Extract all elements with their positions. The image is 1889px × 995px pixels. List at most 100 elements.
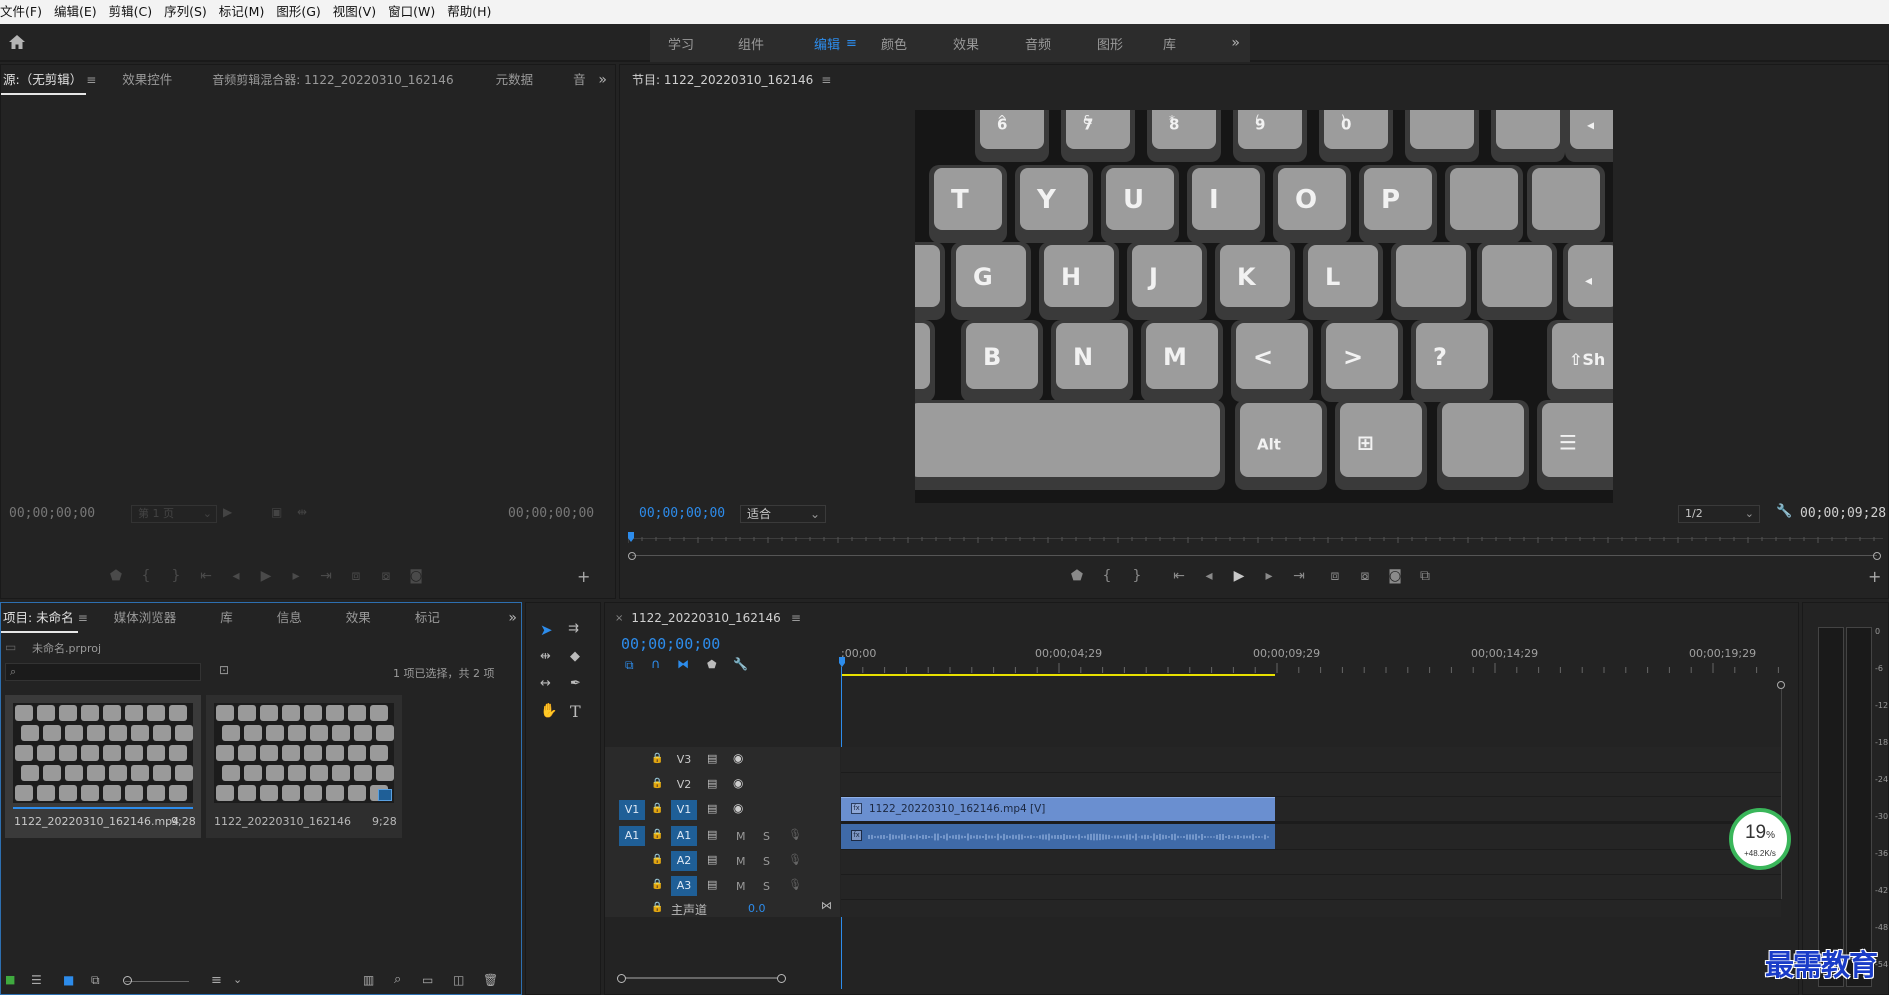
sync-lock-icon[interactable]: ▤ bbox=[707, 828, 717, 841]
delete-icon[interactable]: 🗑 bbox=[483, 973, 498, 987]
eye-icon[interactable]: ◉ bbox=[733, 751, 743, 765]
source-step-forward-icon[interactable]: ▸ bbox=[281, 568, 311, 584]
workspace-overflow-icon[interactable]: » bbox=[1231, 35, 1240, 51]
slip-tool-icon[interactable]: ↔ bbox=[540, 676, 551, 691]
source-patch-v1[interactable]: V1 bbox=[619, 800, 645, 820]
linked-selection-icon[interactable]: ⧓ bbox=[677, 657, 689, 671]
workspace-tab-assembly[interactable]: 组件 bbox=[720, 34, 782, 53]
sort-dropdown-icon[interactable]: ⌄ bbox=[233, 973, 242, 986]
program-mark-in-icon[interactable]: { bbox=[1092, 568, 1122, 584]
timeline-ruler[interactable]: ;00;00 00;00;04;29 00;00;09;29 00;00;14;… bbox=[839, 647, 1781, 677]
tab-markers[interactable]: 标记 bbox=[403, 603, 452, 633]
program-add-button-icon[interactable]: + bbox=[1868, 567, 1881, 586]
workspace-tab-learn[interactable]: 学习 bbox=[650, 34, 712, 53]
workspace-tab-editing[interactable]: 编辑 bbox=[796, 34, 846, 53]
workspace-tab-libraries[interactable]: 库 bbox=[1145, 34, 1194, 53]
track-select-tool-icon[interactable]: ⇉ bbox=[568, 621, 579, 636]
lock-icon[interactable]: 🔒 bbox=[651, 879, 663, 890]
new-item-icon[interactable]: ◫ bbox=[453, 973, 464, 987]
automate-to-sequence-icon[interactable]: ▥ bbox=[363, 973, 374, 987]
selection-tool-icon[interactable]: ➤ bbox=[540, 621, 553, 639]
track-label-a1[interactable]: A1 bbox=[671, 826, 697, 846]
source-insert-btn-icon[interactable]: ⧈ bbox=[341, 568, 371, 584]
master-track-volume[interactable]: 0.0 bbox=[748, 902, 766, 915]
timeline-settings-icon[interactable]: 🔧 bbox=[733, 657, 748, 671]
source-overflow-icon[interactable]: » bbox=[598, 72, 607, 88]
tab-info[interactable]: 信息 bbox=[265, 603, 314, 633]
snap-icon[interactable]: ∩ bbox=[651, 657, 661, 672]
mute-a3[interactable]: M bbox=[736, 880, 746, 893]
source-go-out-icon[interactable]: ⇥ bbox=[311, 568, 341, 584]
program-timecode-current[interactable]: 00;00;00;00 bbox=[639, 506, 725, 521]
lock-icon[interactable]: 🔒 bbox=[651, 902, 663, 913]
project-tab-menu-icon[interactable]: ≡ bbox=[78, 611, 88, 625]
menu-help[interactable]: 帮助(H) bbox=[441, 0, 497, 24]
razor-tool-icon[interactable]: ◆ bbox=[570, 649, 580, 664]
program-compare-icon[interactable]: ⧉ bbox=[1410, 568, 1440, 584]
workspace-tab-audio[interactable]: 音频 bbox=[1007, 34, 1069, 53]
voiceover-mic-icon[interactable]: 🎙 bbox=[788, 878, 802, 891]
zoom-slider-handle[interactable] bbox=[123, 976, 132, 985]
ripple-edit-tool-icon[interactable]: ⇹ bbox=[540, 649, 551, 664]
timeline-menu-icon[interactable]: ≡ bbox=[791, 611, 801, 625]
lock-icon[interactable]: 🔒 bbox=[651, 753, 663, 764]
freeform-view-icon[interactable]: ⧉ bbox=[91, 973, 100, 988]
workspace-tab-color[interactable]: 颜色 bbox=[863, 34, 925, 53]
source-step-back-icon[interactable]: ◂ bbox=[221, 568, 251, 584]
program-fit-select[interactable]: 适合 ⌄ bbox=[740, 505, 826, 523]
program-scrub-bar[interactable] bbox=[628, 532, 1883, 546]
video-clip[interactable]: fx 1122_20220310_162146.mp4 [V] bbox=[841, 797, 1275, 821]
eye-icon[interactable]: ◉ bbox=[733, 801, 743, 815]
hand-tool-icon[interactable]: ✋ bbox=[540, 703, 557, 719]
tab-audio-truncated[interactable]: 音 bbox=[561, 65, 598, 95]
program-settings-wrench-icon[interactable]: 🔧 bbox=[1776, 504, 1792, 519]
timeline-vertical-scroll[interactable] bbox=[1777, 681, 1785, 689]
menu-marker[interactable]: 标记(M) bbox=[213, 0, 271, 24]
program-marker-icon[interactable]: ⬟ bbox=[1062, 568, 1092, 584]
tab-effects[interactable]: 效果 bbox=[334, 603, 383, 633]
source-export-frame-icon[interactable]: ◙ bbox=[401, 568, 431, 584]
list-view-icon[interactable]: ☰ bbox=[31, 973, 42, 987]
find-icon[interactable]: ⌕ bbox=[394, 972, 401, 987]
source-patch-a1[interactable]: A1 bbox=[619, 826, 645, 846]
source-page-select[interactable]: 第 1 页 ⌄ bbox=[131, 505, 217, 523]
tab-metadata[interactable]: 元数据 bbox=[484, 65, 546, 95]
solo-a3[interactable]: S bbox=[763, 880, 770, 893]
new-bin-from-search-icon[interactable]: ⊡ bbox=[219, 663, 229, 677]
track-label-v1[interactable]: V1 bbox=[671, 800, 697, 820]
track-label-a3[interactable]: A3 bbox=[671, 876, 697, 896]
new-bin-icon[interactable]: ▭ bbox=[422, 973, 433, 987]
mute-a1[interactable]: M bbox=[736, 830, 746, 843]
source-overlay-icon[interactable]: ⇹ bbox=[297, 505, 307, 519]
source-marker-icon[interactable]: ⬟ bbox=[101, 568, 131, 584]
tab-audio-clip-mixer[interactable]: 音频剪辑混合器: 1122_20220310_162146 bbox=[200, 65, 465, 95]
menu-clip[interactable]: 剪辑(C) bbox=[103, 0, 158, 24]
thumbnail-zoom-slider[interactable] bbox=[125, 981, 189, 982]
timeline-close-icon[interactable]: × bbox=[615, 613, 623, 624]
program-menu-icon[interactable]: ≡ bbox=[821, 73, 831, 87]
track-label-a2[interactable]: A2 bbox=[671, 851, 697, 871]
menu-view[interactable]: 视图(V) bbox=[327, 0, 382, 24]
source-play-icon[interactable]: ▶ bbox=[251, 568, 281, 584]
program-play-icon[interactable]: ▶ bbox=[1224, 568, 1254, 584]
source-tab-menu-icon[interactable]: ≡ bbox=[86, 73, 96, 87]
project-item-clip[interactable]: 1122_20220310_162146.mp4 9;28 bbox=[5, 695, 201, 838]
lock-icon[interactable]: 🔒 bbox=[651, 803, 663, 814]
menu-graphics[interactable]: 图形(G) bbox=[270, 0, 326, 24]
program-video-frame[interactable]: 6 ^ 7 & 8 * 9(0) ◂ T Y U I O P G H J K L ◂ B N M < >? ⇧Sh Alt ⊞ ☰ bbox=[915, 110, 1613, 503]
timeline-sequence-tab[interactable]: 1122_20220310_162146 bbox=[623, 603, 790, 633]
workspace-tab-effects[interactable]: 效果 bbox=[935, 34, 997, 53]
source-add-button-icon[interactable]: + bbox=[577, 567, 590, 586]
pen-tool-icon[interactable]: ✒ bbox=[570, 676, 581, 691]
lock-icon[interactable]: 🔒 bbox=[651, 829, 663, 840]
source-play-small-icon[interactable]: ▶ bbox=[223, 505, 232, 519]
source-timecode-current[interactable]: 00;00;00;00 bbox=[9, 506, 95, 521]
type-tool-icon[interactable]: T bbox=[570, 702, 581, 721]
icon-view-icon[interactable]: ■ bbox=[63, 973, 74, 987]
program-step-forward-icon[interactable]: ▸ bbox=[1254, 568, 1284, 584]
lock-icon[interactable]: 🔒 bbox=[651, 778, 663, 789]
solo-a1[interactable]: S bbox=[763, 830, 770, 843]
tab-source[interactable]: 源:（无剪辑） bbox=[1, 65, 87, 95]
tab-effect-controls[interactable]: 效果控件 bbox=[110, 65, 184, 95]
project-overflow-icon[interactable]: » bbox=[508, 610, 517, 626]
